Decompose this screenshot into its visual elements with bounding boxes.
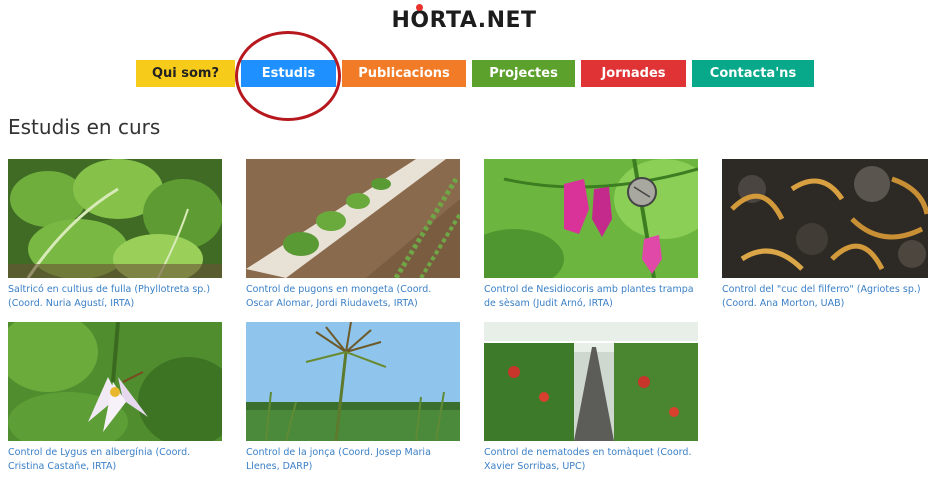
- study-image-sedge-sky[interactable]: [246, 322, 460, 441]
- study-image-sesame-flower[interactable]: [484, 159, 698, 278]
- logo-h: H: [391, 8, 411, 33]
- study-card-lygus[interactable]: Control de Lygus en albergínia (Coord. C…: [8, 322, 228, 474]
- study-image-leafy-crop[interactable]: [8, 159, 222, 278]
- section-title: Estudis en curs: [8, 115, 161, 139]
- study-caption[interactable]: Control del "cuc del filferro" (Agriotes…: [722, 283, 928, 311]
- study-caption[interactable]: Control de nematodes en tomàquet (Coord.…: [484, 446, 698, 474]
- study-caption[interactable]: Control de pugons en mongeta (Coord. Osc…: [246, 283, 460, 311]
- study-image-eggplant-flower[interactable]: [8, 322, 222, 441]
- logo-o: O: [410, 4, 429, 33]
- study-image-bean-rows[interactable]: [246, 159, 460, 278]
- study-card-jonca[interactable]: Control de la jonça (Coord. Josep Maria …: [246, 322, 466, 474]
- nav-item-qui-som[interactable]: Qui som?: [136, 60, 235, 87]
- logo-rest: RTA.NET: [429, 8, 537, 33]
- nav-item-contactans[interactable]: Contacta'ns: [692, 60, 814, 87]
- study-caption[interactable]: Control de Nesidiocoris amb plantes tram…: [484, 283, 698, 311]
- study-card-nesidiocoris[interactable]: Control de Nesidiocoris amb plantes tram…: [484, 159, 704, 311]
- study-image-greenhouse[interactable]: [484, 322, 698, 441]
- study-card-pugons[interactable]: Control de pugons en mongeta (Coord. Osc…: [246, 159, 466, 311]
- nav-item-projectes[interactable]: Projectes: [472, 60, 575, 87]
- study-card-saltrico[interactable]: Saltricó en cultius de fulla (Phyllotret…: [8, 159, 228, 311]
- study-caption[interactable]: Control de la jonça (Coord. Josep Maria …: [246, 446, 460, 474]
- nav-item-jornades[interactable]: Jornades: [581, 60, 686, 87]
- site-logo[interactable]: H ORTA.NET: [0, 4, 928, 33]
- study-card-nematodes[interactable]: Control de nematodes en tomàquet (Coord.…: [484, 322, 704, 474]
- nav-item-estudis[interactable]: Estudis: [241, 60, 336, 87]
- study-caption[interactable]: Saltricó en cultius de fulla (Phyllotret…: [8, 283, 222, 311]
- study-card-cuc-filferro[interactable]: Control del "cuc del filferro" (Agriotes…: [722, 159, 928, 311]
- page: H ORTA.NET Qui som? Estudis Publicacions …: [0, 0, 928, 478]
- study-caption[interactable]: Control de Lygus en albergínia (Coord. C…: [8, 446, 222, 474]
- main-nav: Qui som? Estudis Publicacions Projectes …: [136, 60, 814, 87]
- study-image-wireworms[interactable]: [722, 159, 928, 278]
- nav-item-publicacions[interactable]: Publicacions: [342, 60, 466, 87]
